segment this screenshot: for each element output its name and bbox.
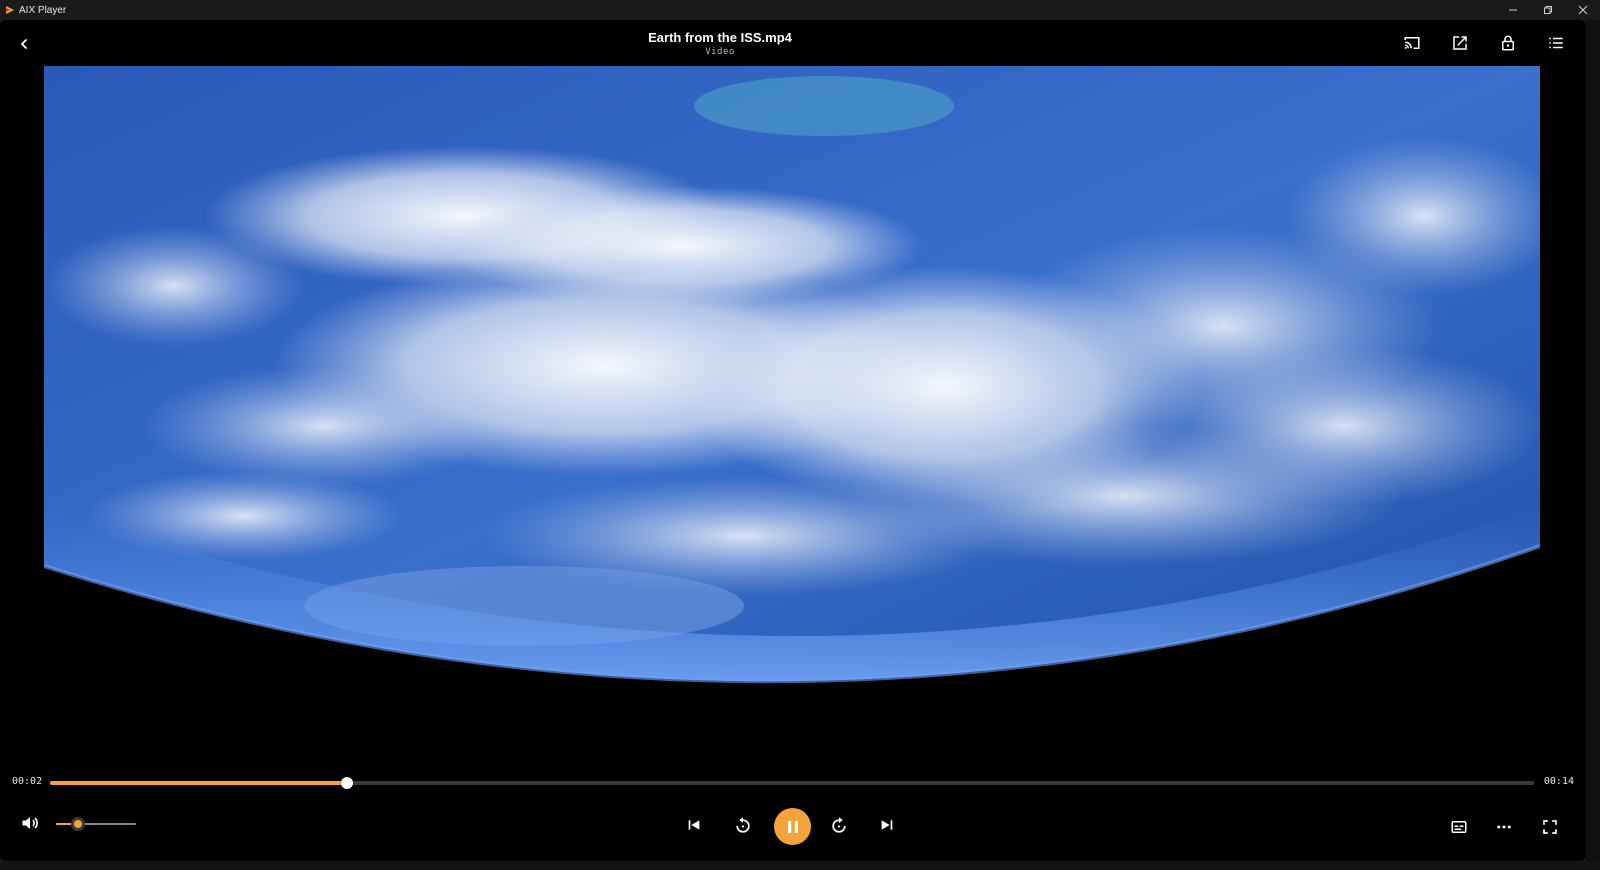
- seek-bar-progress: [50, 781, 347, 785]
- window-controls: [1495, 0, 1600, 20]
- lock-button[interactable]: [1498, 33, 1518, 53]
- skip-previous-icon: [688, 820, 700, 830]
- replay-icon: [736, 817, 750, 833]
- video-frame-image: [44, 66, 1540, 726]
- forward-icon: [832, 817, 846, 833]
- open-external-icon: [1453, 36, 1467, 50]
- minimize-icon: [1508, 9, 1517, 11]
- more-options-button[interactable]: [1495, 818, 1513, 836]
- cast-icon: [1404, 37, 1420, 49]
- cast-button[interactable]: [1402, 33, 1422, 53]
- header-actions: [1402, 33, 1566, 53]
- fullscreen-icon: [1543, 820, 1557, 834]
- pause-button[interactable]: [774, 808, 811, 845]
- minimize-button[interactable]: [1495, 0, 1530, 20]
- subtitles-button[interactable]: [1450, 818, 1468, 836]
- current-time: 00:02: [12, 776, 43, 787]
- file-title: Earth from the ISS.mp4: [648, 30, 792, 45]
- volume-slider[interactable]: [56, 817, 136, 831]
- open-external-button[interactable]: [1450, 33, 1470, 53]
- restore-icon: [1543, 6, 1552, 14]
- file-type-label: Video: [705, 47, 735, 57]
- total-time: 00:14: [1543, 776, 1574, 787]
- pause-icon: [787, 820, 798, 833]
- player-header: Earth from the ISS.mp4 Video: [0, 20, 1586, 66]
- app-title: AIX Player: [19, 4, 67, 16]
- rewind-button[interactable]: [733, 816, 753, 836]
- lock-icon: [1502, 35, 1514, 51]
- next-button[interactable]: [879, 817, 895, 833]
- app-logo-icon: [6, 6, 14, 14]
- previous-button[interactable]: [686, 817, 702, 833]
- restore-button[interactable]: [1530, 0, 1565, 20]
- window-titlebar: AIX Player: [0, 0, 1600, 20]
- subtitles-icon: [1451, 821, 1467, 833]
- playlist-button[interactable]: [1546, 33, 1566, 53]
- seek-bar-thumb[interactable]: [340, 777, 353, 789]
- close-icon: [1578, 5, 1587, 15]
- close-button[interactable]: [1565, 0, 1600, 20]
- player-surface[interactable]: Earth from the ISS.mp4 Video 00:02 00:14: [0, 20, 1586, 861]
- window-right-edge: [1586, 20, 1600, 870]
- volume-icon: [22, 817, 38, 829]
- volume-slider-thumb[interactable]: [71, 817, 86, 831]
- fullscreen-button[interactable]: [1541, 818, 1559, 836]
- skip-next-icon: [881, 820, 893, 830]
- forward-button[interactable]: [829, 816, 849, 836]
- playlist-icon: [1549, 37, 1563, 49]
- video-frame[interactable]: [44, 66, 1540, 726]
- mute-button[interactable]: [20, 813, 40, 833]
- more-horizontal-icon: [1497, 825, 1511, 829]
- window-bottom-edge: [0, 861, 1600, 870]
- seek-bar[interactable]: [50, 777, 1534, 789]
